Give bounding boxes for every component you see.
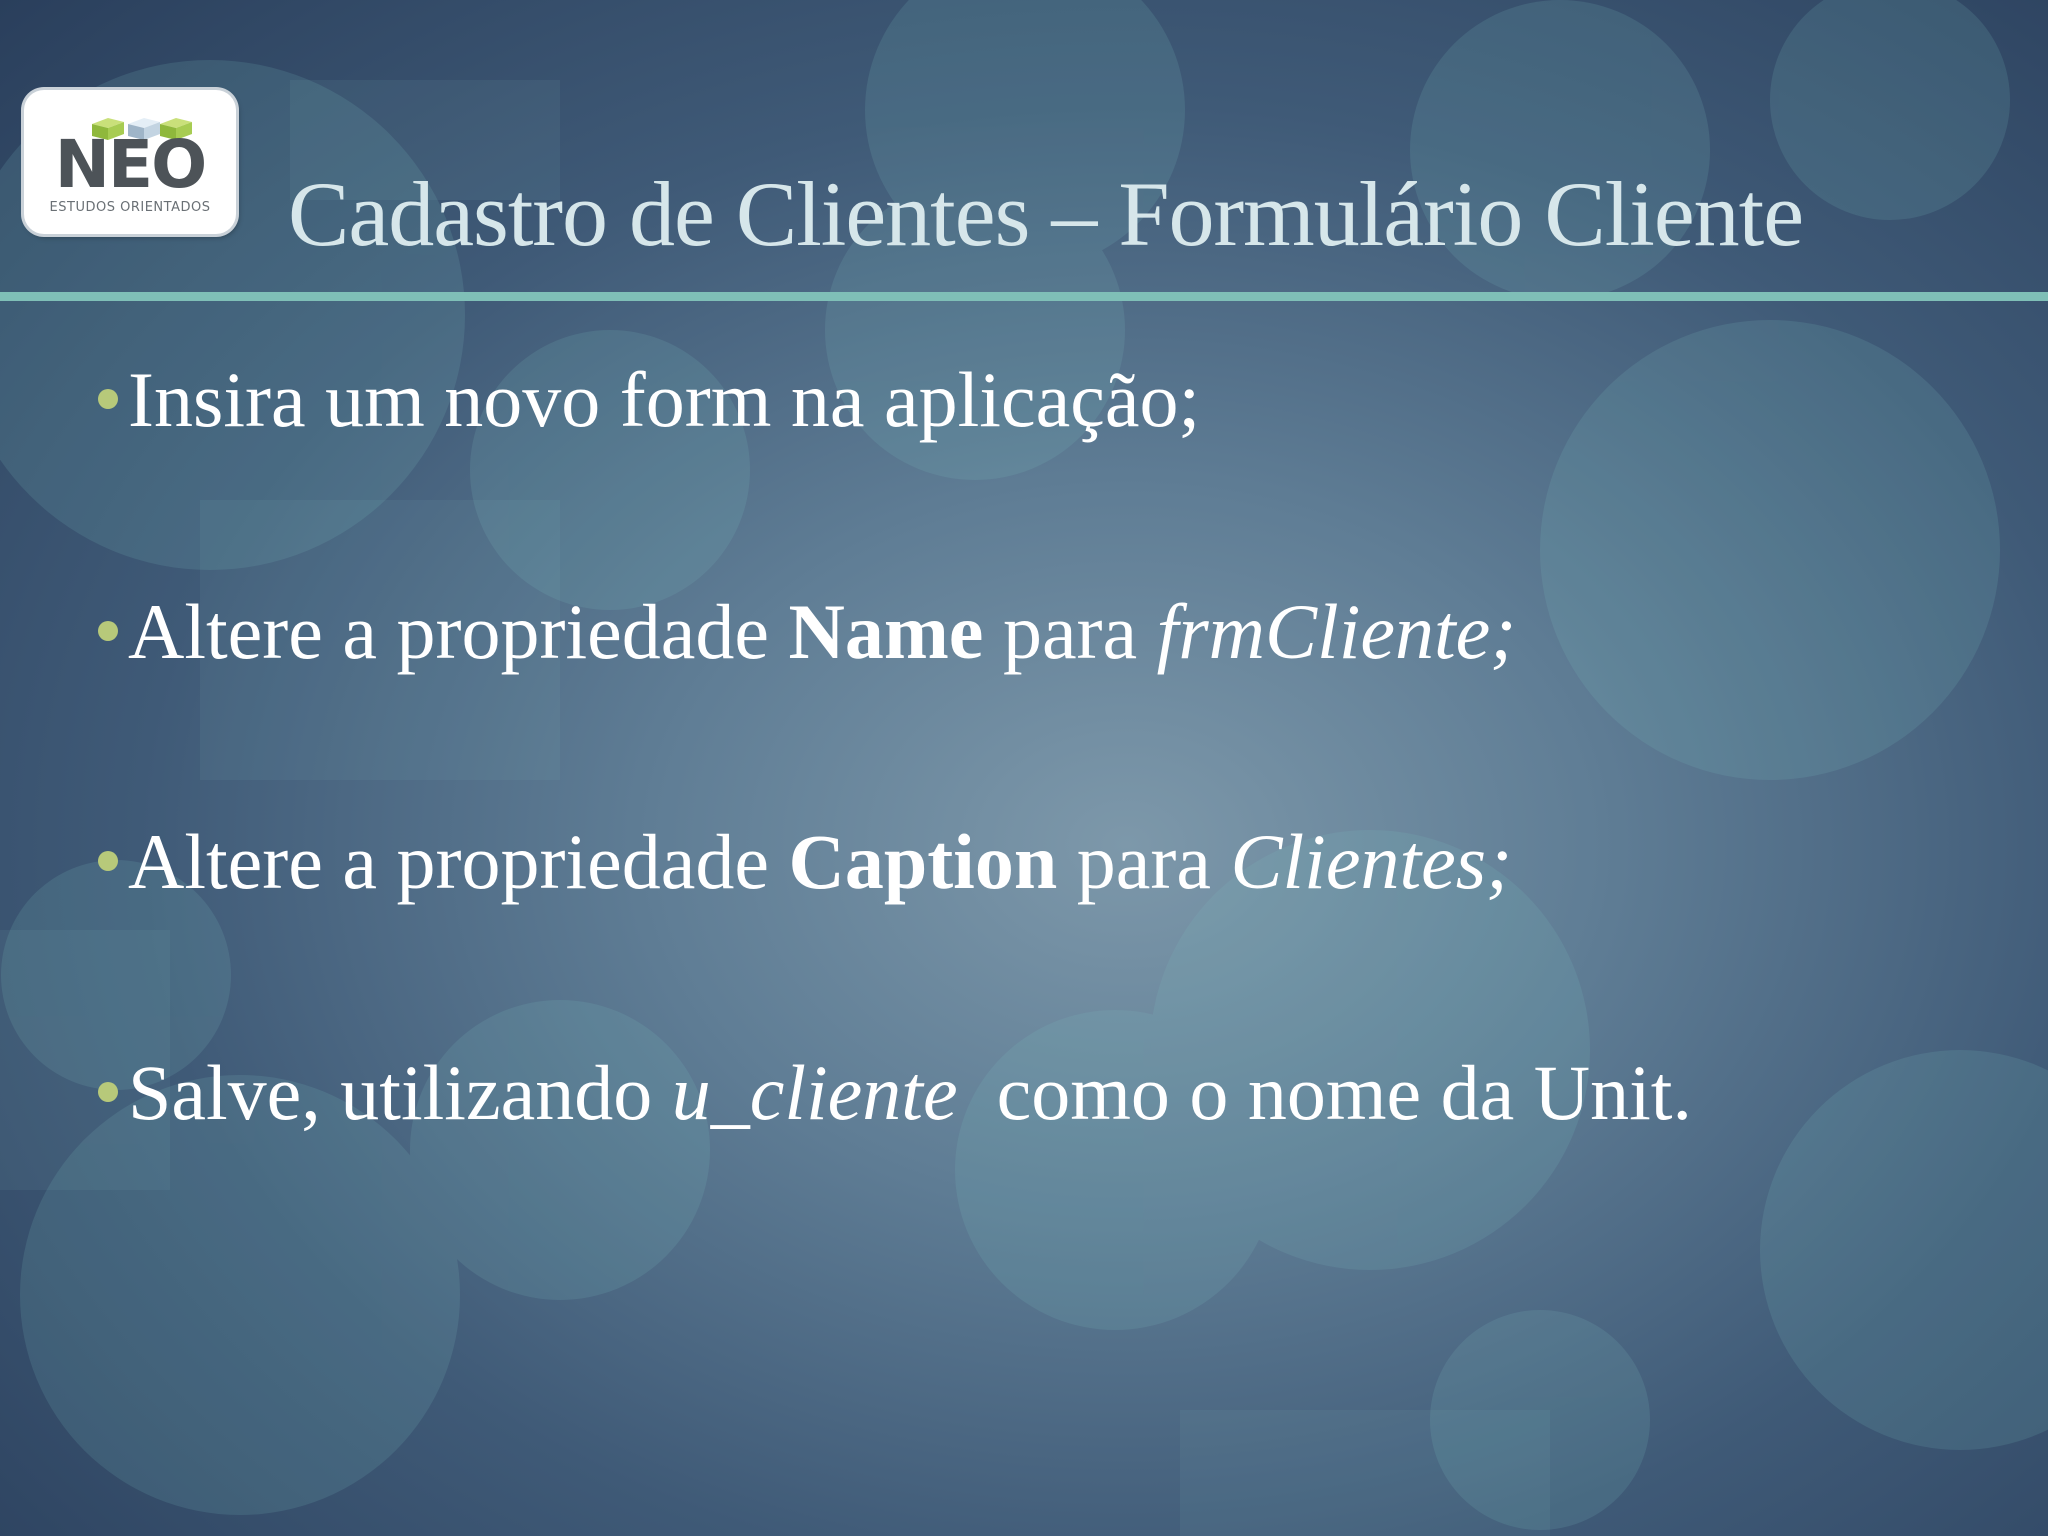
bullet-item: Insira um novo form na aplicação; <box>98 361 1200 439</box>
bullet-item: Altere a propriedade Caption para Client… <box>98 823 1512 901</box>
property-value: frmCliente; <box>1156 588 1517 675</box>
bullet-item: Salve, utilizando u_cliente como o nome … <box>98 1054 1692 1132</box>
unit-name: u_cliente <box>671 1049 958 1136</box>
bullet-text: Salve, utilizando <box>128 1049 672 1136</box>
bullet-dot-icon <box>98 851 118 871</box>
bullet-text: Altere a propriedade <box>128 818 789 905</box>
bullet-dot-icon <box>98 1082 118 1102</box>
bullet-item: Altere a propriedade Name para frmClient… <box>98 593 1516 671</box>
property-value: Clientes; <box>1230 818 1513 905</box>
property-name: Name <box>788 588 984 675</box>
bullet-list: Insira um novo form na aplicação; Altere… <box>0 0 2048 1536</box>
bullet-text: como o nome da Unit. <box>957 1049 1692 1136</box>
bullet-text: para <box>983 588 1157 675</box>
bullet-text: para <box>1057 818 1231 905</box>
property-name: Caption <box>788 818 1058 905</box>
bullet-text: Insira um novo form na aplicação; <box>128 356 1201 443</box>
bullet-dot-icon <box>98 621 118 641</box>
bullet-dot-icon <box>98 389 118 409</box>
bullet-text: Altere a propriedade <box>128 588 789 675</box>
